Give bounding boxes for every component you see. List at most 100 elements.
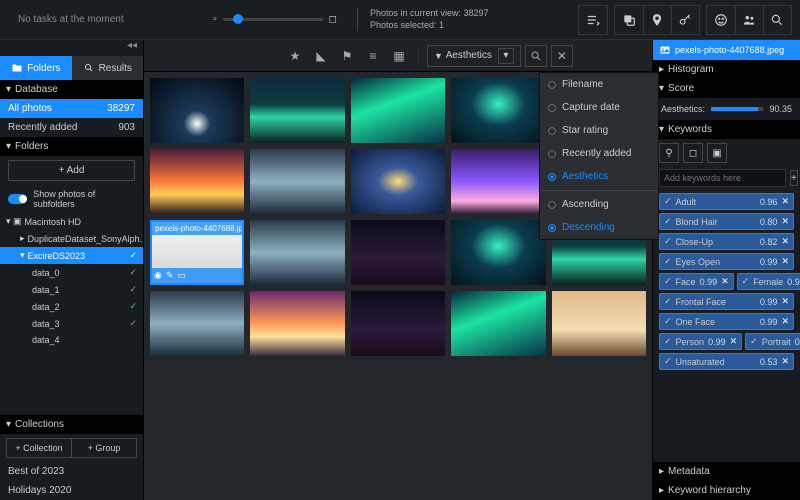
keyword-chip[interactable]: ✓Portrait0.99✕ — [745, 333, 800, 350]
location-icon[interactable] — [643, 6, 671, 34]
remove-icon[interactable]: ✕ — [781, 256, 789, 267]
aesthetics-bar — [711, 107, 763, 111]
thumbnail[interactable] — [150, 291, 244, 356]
tab-folders[interactable]: Folders — [0, 56, 72, 80]
collection-holidays[interactable]: Holidays 2020 — [0, 481, 143, 500]
tree-data3[interactable]: data_3✓ — [0, 315, 143, 332]
thumbnail[interactable] — [351, 291, 445, 356]
section-collections[interactable]: ▾ Collections — [0, 415, 143, 434]
subfolders-toggle[interactable] — [8, 194, 27, 204]
sort-ascending[interactable]: Ascending — [540, 193, 658, 216]
section-histogram[interactable]: ▸ Histogram — [653, 60, 800, 79]
sort-star-rating[interactable]: Star rating — [540, 119, 658, 142]
db-all-photos[interactable]: All photos38297 — [0, 99, 143, 118]
key-icon[interactable] — [671, 6, 699, 34]
thumbnail[interactable] — [250, 149, 344, 214]
remove-icon[interactable]: ✕ — [781, 196, 789, 207]
duplicates-icon[interactable] — [615, 6, 643, 34]
thumbnail-controls[interactable]: ◉✎▭ — [152, 268, 242, 283]
subfolders-label: Show photos of subfolders — [33, 189, 135, 209]
tag-icon[interactable]: ◣ — [310, 45, 332, 67]
keyword-chip[interactable]: ✓Unsaturated0.53✕ — [659, 353, 794, 370]
calendar-icon[interactable]: ▦ — [388, 45, 410, 67]
star-icon[interactable]: ★ — [284, 45, 306, 67]
add-collection-button[interactable]: + Collection — [6, 438, 71, 458]
keyword-chip[interactable]: ✓Adult0.96✕ — [659, 193, 794, 210]
flag-icon[interactable]: ⚑ — [336, 45, 358, 67]
keyword-chip[interactable]: ✓Blond Hair0.80✕ — [659, 213, 794, 230]
section-metadata[interactable]: ▸ Metadata — [653, 462, 800, 481]
zoom-slider[interactable] — [223, 18, 323, 21]
sort-descending[interactable]: Descending — [540, 216, 658, 239]
sort-dropdown[interactable]: ▼ Aesthetics ▾ — [427, 45, 521, 67]
tree-data2[interactable]: data_2✓ — [0, 298, 143, 315]
keyword-chip[interactable]: ✓Person0.99✕ — [659, 333, 742, 350]
thumbnail[interactable] — [351, 78, 445, 143]
remove-icon[interactable]: ✕ — [781, 236, 789, 247]
tree-duplicate[interactable]: ▸ DuplicateDataset_SonyAlph...✓ — [0, 230, 143, 247]
collection-best[interactable]: Best of 2023 — [0, 462, 143, 481]
section-score[interactable]: ▾ Score — [653, 79, 800, 98]
remove-icon[interactable]: ✕ — [730, 336, 738, 347]
kw-tool-person[interactable]: ⚲ — [659, 143, 679, 163]
db-recently-added[interactable]: Recently added903 — [0, 118, 143, 137]
sort-capture-date[interactable]: Capture date — [540, 96, 658, 119]
kw-tool-tag[interactable]: ▣ — [707, 143, 727, 163]
add-group-button[interactable]: + Group — [71, 438, 137, 458]
keyword-chip[interactable]: ✓Frontal Face0.99✕ — [659, 293, 794, 310]
thumbnail[interactable] — [552, 291, 646, 356]
add-folder-button[interactable]: + Add — [8, 160, 135, 181]
sort-recently-added[interactable]: Recently added — [540, 142, 658, 165]
tree-data4[interactable]: data_4 — [0, 332, 143, 348]
aesthetics-label: Aesthetics: — [661, 104, 705, 114]
edit-list-icon[interactable] — [579, 6, 607, 34]
chevron-down-icon[interactable]: ▾ — [498, 48, 514, 64]
keyword-chip[interactable]: ✓Face0.99✕ — [659, 273, 734, 290]
thumbnail[interactable] — [451, 220, 545, 285]
remove-icon[interactable]: ✕ — [781, 216, 789, 227]
thumbnail[interactable] — [250, 220, 344, 285]
thumbnail[interactable] — [250, 291, 344, 356]
remove-icon[interactable]: ✕ — [721, 276, 729, 287]
selected-file-header: pexels-photo-4407688.jpeg — [653, 40, 800, 60]
sort-aesthetics[interactable]: Aesthetics — [540, 165, 658, 188]
keyword-chip[interactable]: ✓Close-Up0.82✕ — [659, 233, 794, 250]
section-keyword-hierarchy[interactable]: ▸ Keyword hierarchy — [653, 481, 800, 500]
zoom-out-icon[interactable]: ▫ — [213, 14, 217, 25]
thumbnail[interactable] — [351, 220, 445, 285]
thumbnail[interactable] — [451, 291, 545, 356]
section-database[interactable]: ▾ Database — [0, 80, 143, 99]
section-folders[interactable]: ▾ Folders — [0, 137, 143, 156]
kw-tool-add[interactable]: ◻ — [683, 143, 703, 163]
tree-excire[interactable]: ▾ ExcireDS2023✓ — [0, 247, 143, 264]
tree-macintosh[interactable]: ▾ ▣ Macintosh HD — [0, 213, 143, 230]
thumbnail-selected[interactable]: pexels-photo-4407688.jpeg ◉✎▭ — [150, 220, 244, 285]
thumbnail[interactable] — [150, 78, 244, 143]
tree-data0[interactable]: data_0✓ — [0, 264, 143, 281]
section-keywords[interactable]: ▾ Keywords — [653, 120, 800, 139]
search-icon[interactable] — [763, 6, 791, 34]
sort-filename[interactable]: Filename — [540, 73, 658, 96]
zoom-in-icon[interactable]: ◻ — [329, 14, 337, 25]
face-icon[interactable] — [707, 6, 735, 34]
keyword-chip[interactable]: ✓One Face0.99✕ — [659, 313, 794, 330]
keyword-chip[interactable]: ✓Female0.99✕ — [737, 273, 800, 290]
tab-results[interactable]: Results — [72, 56, 144, 80]
collapse-left-icon[interactable]: ◂◂ — [127, 40, 137, 56]
remove-icon[interactable]: ✕ — [781, 296, 789, 307]
thumbnail[interactable] — [250, 78, 344, 143]
list-icon[interactable]: ≡ — [362, 45, 384, 67]
remove-icon[interactable]: ✕ — [781, 356, 789, 367]
tree-data1[interactable]: data_1✓ — [0, 281, 143, 298]
remove-icon[interactable]: ✕ — [781, 316, 789, 327]
keyword-input[interactable] — [659, 169, 786, 187]
thumbnail[interactable] — [150, 149, 244, 214]
thumbnail[interactable] — [451, 78, 545, 143]
people-icon[interactable] — [735, 6, 763, 34]
sort-search-icon[interactable] — [525, 45, 547, 67]
clear-icon[interactable]: ✕ — [551, 45, 573, 67]
thumbnail[interactable] — [451, 149, 545, 214]
keyword-add-button[interactable]: + — [790, 170, 798, 186]
thumbnail[interactable] — [351, 149, 445, 214]
keyword-chip[interactable]: ✓Eyes Open0.99✕ — [659, 253, 794, 270]
